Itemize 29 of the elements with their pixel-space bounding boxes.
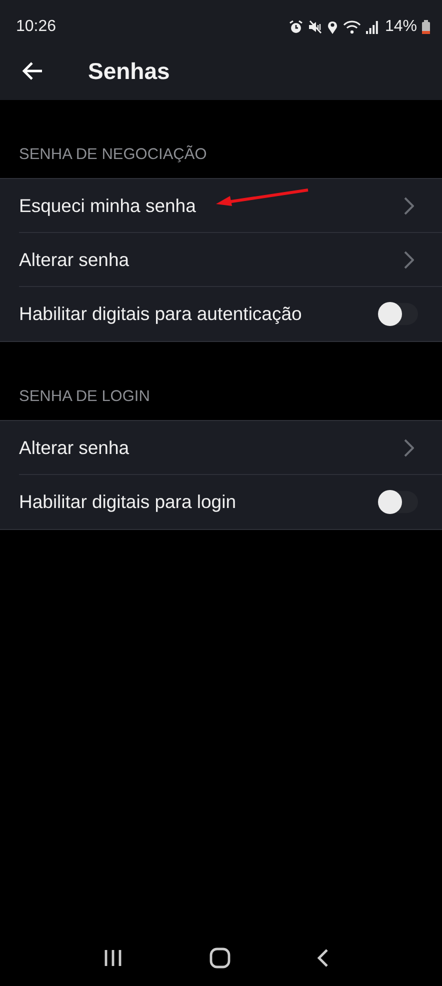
signal-icon (366, 20, 378, 34)
item-label: Alterar senha (19, 437, 130, 459)
item-label: Esqueci minha senha (19, 195, 196, 217)
toggle-switch[interactable] (378, 303, 418, 325)
item-label: Habilitar digitais para autenticação (19, 303, 302, 325)
chevron-icon (404, 251, 414, 269)
back-icon[interactable] (317, 948, 329, 968)
settings-item[interactable]: Esqueci minha senha (0, 179, 442, 233)
section-heading: SENHA DE NEGOCIAÇÃO (18, 144, 208, 165)
chevron-icon (404, 439, 414, 457)
status-time: 10:26 (16, 18, 56, 36)
page-title: Senhas (88, 58, 170, 84)
mute-icon (308, 20, 322, 34)
alarm-icon (288, 20, 303, 34)
settings-item[interactable]: Habilitar digitais para login (0, 475, 442, 529)
settings-item[interactable]: Alterar senha (0, 233, 442, 287)
battery-icon (422, 20, 430, 34)
recents-icon[interactable] (103, 949, 123, 967)
item-label: Habilitar digitais para login (19, 491, 236, 513)
location-icon (326, 20, 338, 34)
battery-percent: 14% (384, 18, 417, 36)
settings-item[interactable]: Alterar senha (0, 421, 442, 475)
item-label: Alterar senha (19, 249, 130, 271)
section-heading: SENHA DE LOGIN (18, 387, 151, 407)
chevron-icon (404, 197, 414, 215)
settings-item[interactable]: Habilitar digitais para autenticação (0, 287, 442, 341)
wifi-icon (342, 20, 361, 34)
toggle-switch[interactable] (378, 491, 418, 513)
home-icon[interactable] (209, 947, 231, 969)
